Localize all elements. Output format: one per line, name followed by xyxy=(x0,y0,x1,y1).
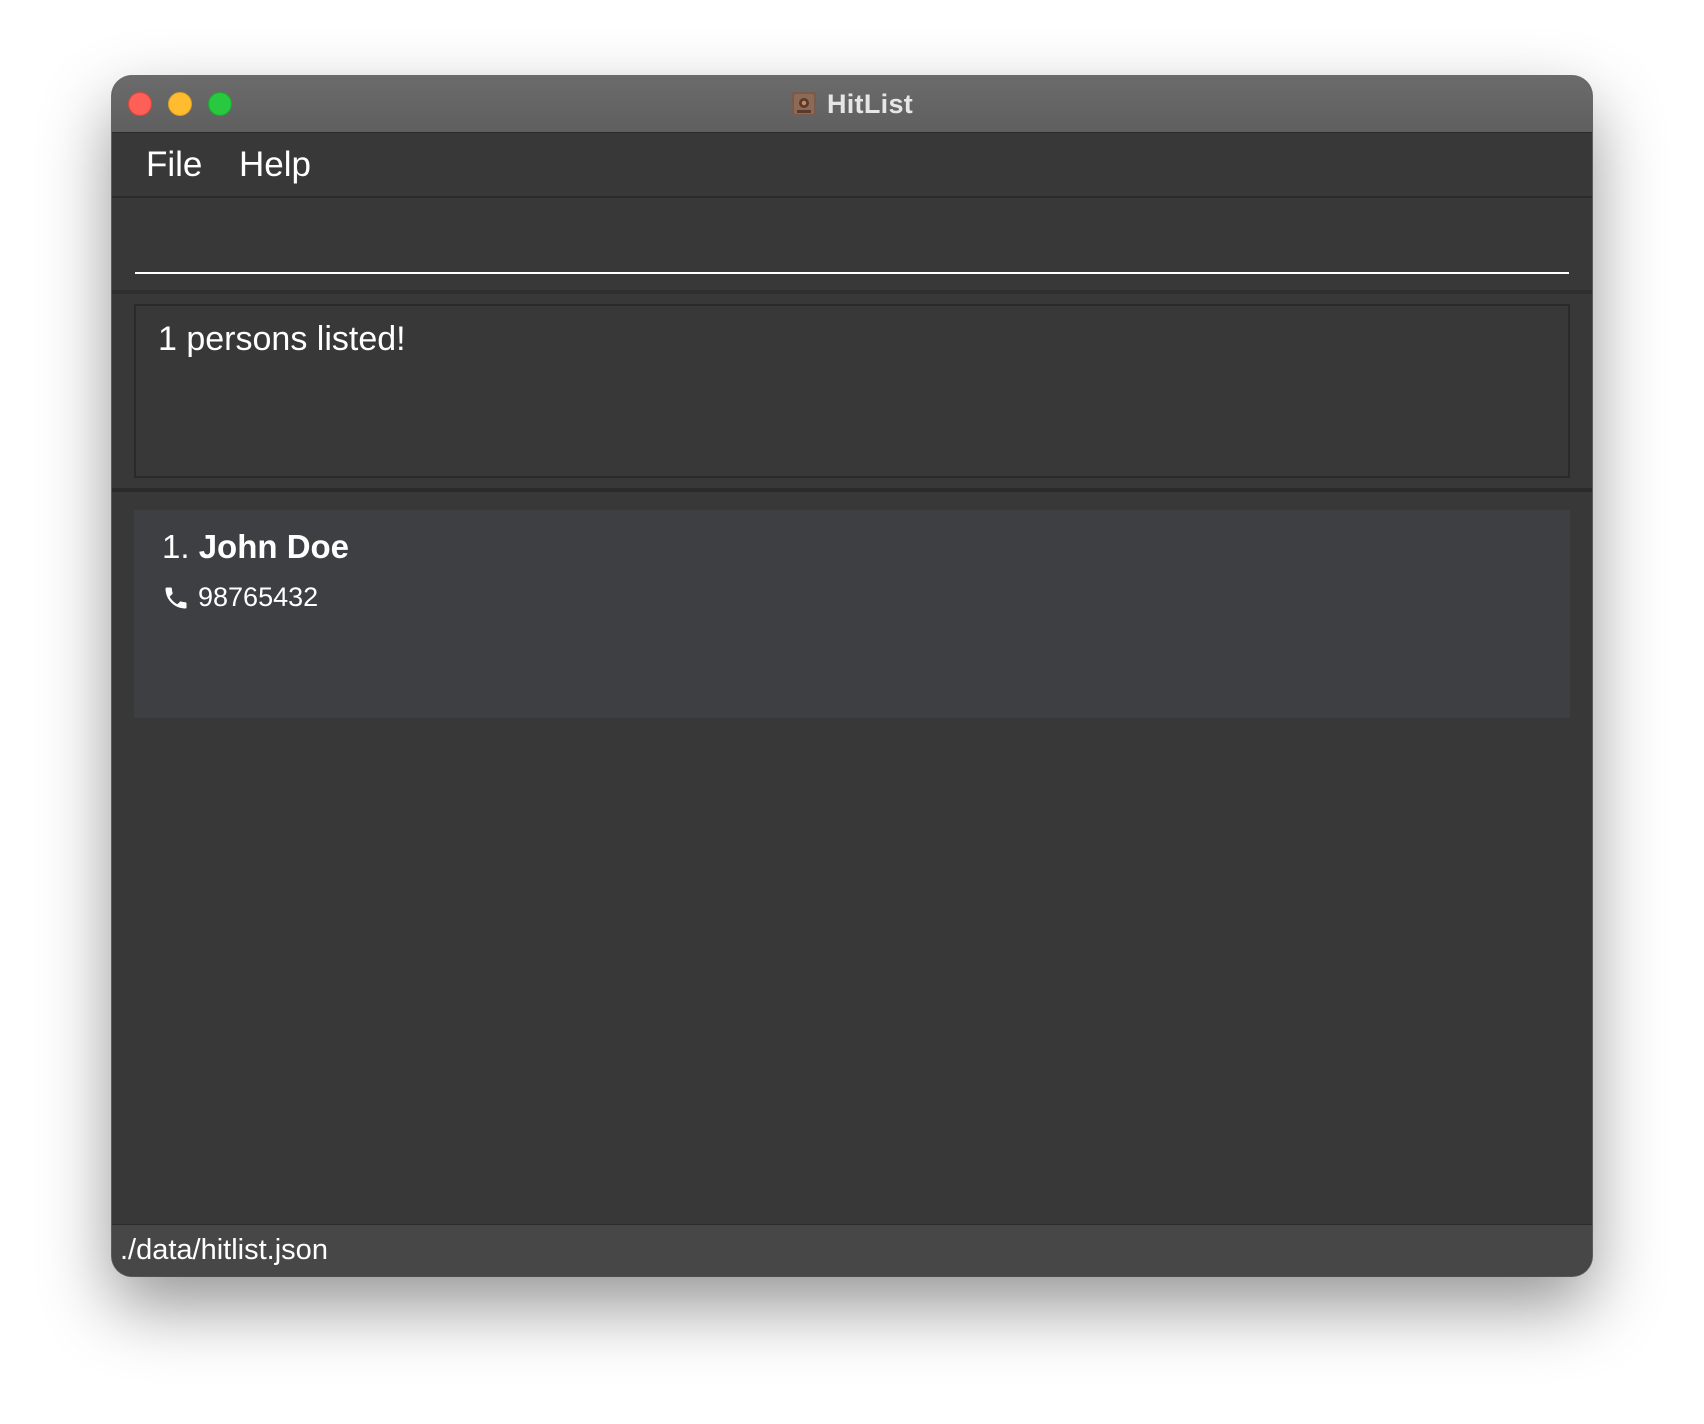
person-list-panel[interactable]: 1. John Doe 98765432 xyxy=(112,492,1592,1224)
person-card[interactable]: 1. John Doe 98765432 xyxy=(134,510,1570,718)
phone-icon xyxy=(162,584,190,612)
person-phone: 98765432 xyxy=(198,582,319,612)
title-group: HitList xyxy=(112,76,1592,132)
result-message: 1 persons listed! xyxy=(158,320,406,358)
person-index: 1. xyxy=(162,528,199,565)
status-bar: ./data/hitlist.json xyxy=(112,1224,1592,1276)
person-name: John Doe xyxy=(198,528,350,565)
save-file-path: ./data/hitlist.json xyxy=(120,1234,328,1266)
menu-file[interactable]: File xyxy=(146,145,202,185)
command-input[interactable] xyxy=(135,208,1569,274)
person-phone-row: 98765432 xyxy=(162,582,318,613)
hitlist-app-icon xyxy=(791,91,817,117)
command-box-area xyxy=(112,198,1592,292)
menu-help[interactable]: Help xyxy=(239,145,311,185)
window-title: HitList xyxy=(826,88,914,119)
app-window: HitList File Help 1 persons listed! 1. J… xyxy=(112,76,1592,1276)
menu-bar: File Help xyxy=(112,133,1592,198)
result-display: 1 persons listed! xyxy=(134,304,1570,478)
divider xyxy=(112,290,1592,294)
title-bar[interactable]: HitList xyxy=(112,76,1592,133)
person-header: 1. John Doe xyxy=(162,528,349,566)
